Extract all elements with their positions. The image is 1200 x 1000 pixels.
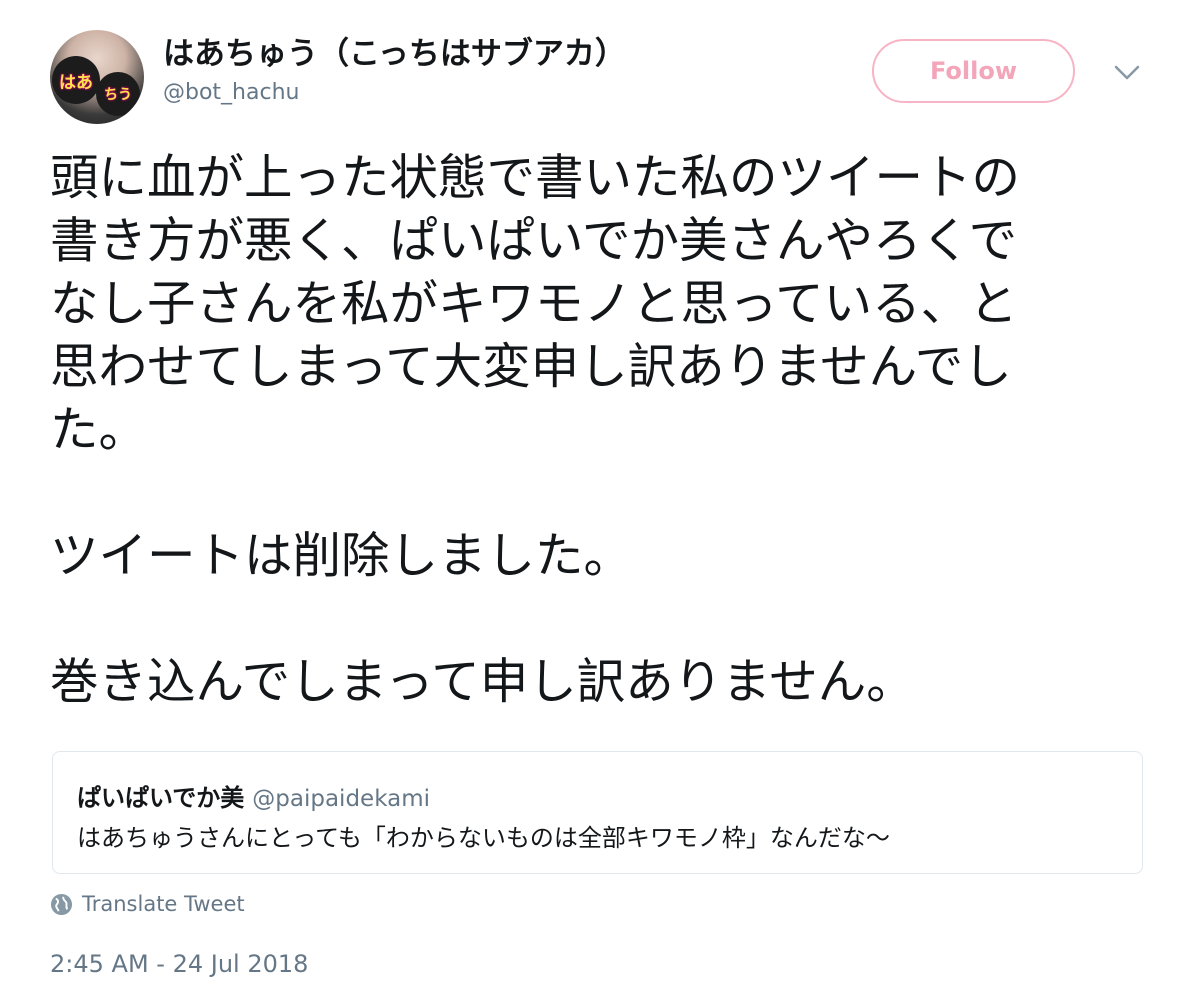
author-handle[interactable]: @bot_hachu xyxy=(163,78,626,108)
tweet-text: 頭に血が上った状態で書いた私のツイートの 書き方が悪く、ぱいぱいでか美さんやろく… xyxy=(50,147,1150,714)
tweet-text-line: 書き方が悪く、ぱいぱいでか美さんやろくで xyxy=(50,213,1018,269)
tweet-text-line: 思わせてしまって大変申し訳ありませんでし xyxy=(50,339,1012,395)
chevron-down-icon[interactable] xyxy=(1112,60,1142,84)
avatar-sign-left: はあ xyxy=(52,56,100,104)
tweet-text-line: た。 xyxy=(50,402,148,458)
author-display-name[interactable]: はあちゅう（こっちはサブアカ） xyxy=(163,32,626,76)
quoted-author-name: ぱいぱいでか美 xyxy=(77,784,245,812)
tweet-text-line: ツイートは削除しました。 xyxy=(50,528,633,584)
avatar-sign-right: ちう xyxy=(96,72,140,116)
globe-icon xyxy=(50,893,73,915)
author-info: はあちゅう（こっちはサブアカ） @bot_hachu xyxy=(163,32,626,108)
quoted-tweet-header: ぱいぱいでか美 @paipaidekami xyxy=(77,778,430,813)
avatar[interactable]: はあ ちう xyxy=(50,30,144,124)
tweet-header: はあ ちう はあちゅう（こっちはサブアカ） @bot_hachu Follow xyxy=(50,30,1150,125)
tweet-text-line: 頭に血が上った状態で書いた私のツイートの xyxy=(50,150,1021,206)
translate-tweet-link[interactable]: Translate Tweet xyxy=(50,892,245,916)
tweet-text-line: なし子さんを私がキワモノと思っている、と xyxy=(50,276,1018,332)
quoted-tweet-card[interactable]: ぱいぱいでか美 @paipaidekami はあちゅうさんにとっても「わからないも… xyxy=(52,751,1143,874)
tweet-text-line: 巻き込んでしまって申し訳ありません。 xyxy=(50,654,915,710)
tweet-timestamp[interactable]: 2:45 AM - 24 Jul 2018 xyxy=(50,950,308,978)
quoted-author-handle: @paipaidekami xyxy=(252,786,431,812)
tweet: はあ ちう はあちゅう（こっちはサブアカ） @bot_hachu Follow … xyxy=(0,0,1200,1000)
quoted-tweet-text: はあちゅうさんにとっても「わからないものは全部キワモノ枠」なんだな〜 xyxy=(77,824,890,852)
translate-tweet-label: Translate Tweet xyxy=(82,892,245,916)
follow-button[interactable]: Follow xyxy=(872,39,1075,103)
